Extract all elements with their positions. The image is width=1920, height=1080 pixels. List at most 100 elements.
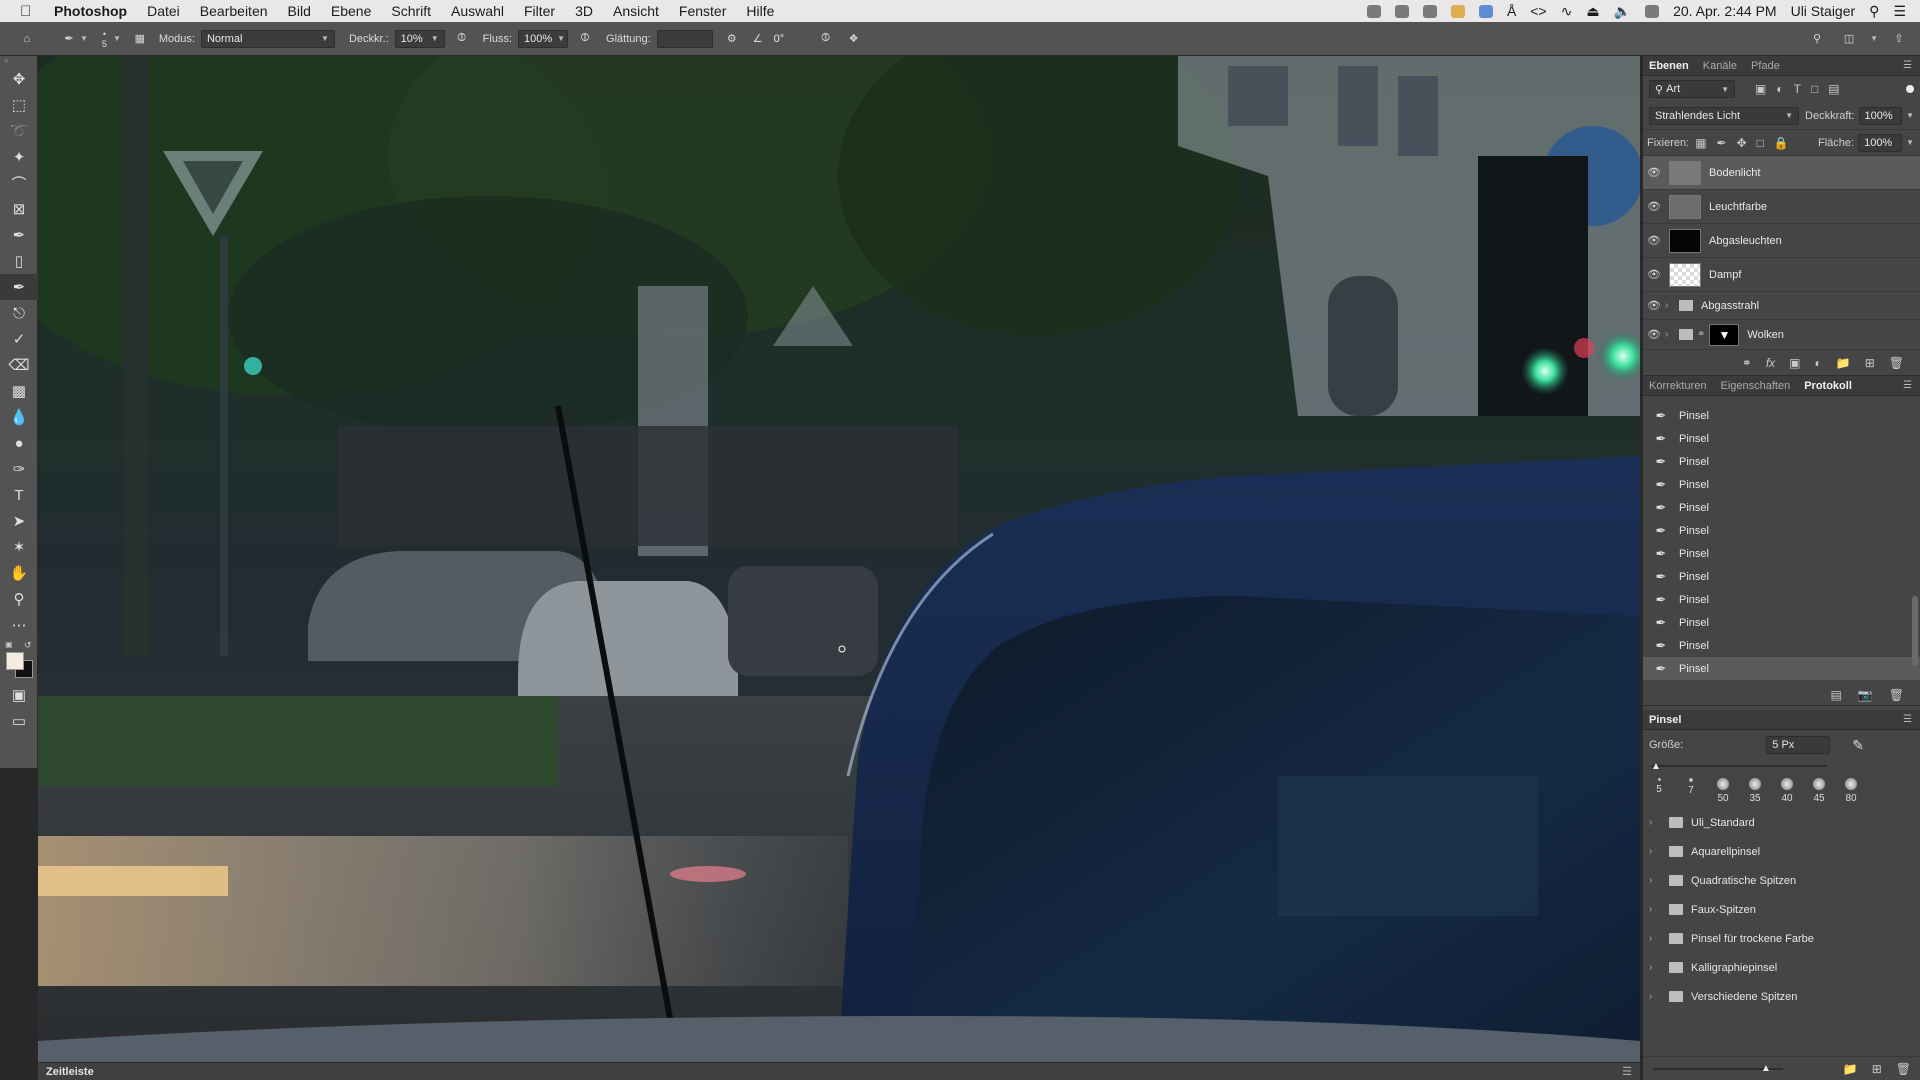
layer-name[interactable]: Leuchtfarbe [1709, 201, 1767, 213]
layer-row-bodenlicht[interactable]: 👁 Bodenlicht [1643, 156, 1920, 190]
brush-folder-aquarellpinsel[interactable]: › Aquarellpinsel [1643, 837, 1920, 866]
code-brackets-icon[interactable]: <> [1530, 3, 1546, 19]
link-layers-icon[interactable]: ⚭ [1742, 356, 1752, 370]
timeline-menu-icon[interactable]: ☰ [1622, 1065, 1632, 1078]
notification-center-icon[interactable]: ☰ [1893, 3, 1906, 20]
lock-all-icon[interactable]: 🔒 [1774, 136, 1789, 150]
chevron-right-icon[interactable]: › [1649, 817, 1663, 828]
brush-folder-verschiedene-spitzen[interactable]: › Verschiedene Spitzen [1643, 982, 1920, 1011]
quick-mask-icon[interactable]: ▣ [0, 682, 38, 708]
slider-thumb[interactable]: ▲ [1651, 761, 1661, 772]
snapshot-camera-icon[interactable]: 📷 [1858, 688, 1873, 702]
new-brush-icon[interactable]: ⊞ [1872, 1062, 1882, 1076]
menu-3d[interactable]: 3D [575, 3, 593, 19]
brush-picker-chevron-icon[interactable]: ▼ [113, 34, 121, 43]
history-step[interactable]: ✒ Pinsel [1643, 588, 1920, 611]
new-brush-group-icon[interactable]: 📁 [1843, 1062, 1858, 1076]
user-name[interactable]: Uli Staiger [1791, 3, 1856, 19]
filter-adjustment-icon[interactable]: ◐ [1776, 82, 1783, 96]
brush-folder-kalligraphiepinsel[interactable]: › Kalligraphiepinsel [1643, 953, 1920, 982]
smoothing-field[interactable] [656, 29, 713, 48]
timeline-bar[interactable]: Zeitleiste ☰ [38, 1062, 1640, 1080]
layer-name[interactable]: Dampf [1709, 269, 1741, 281]
visibility-eye-icon[interactable]: 👁 [1643, 328, 1665, 341]
filter-type-icon[interactable]: T [1794, 82, 1801, 96]
chevron-down-icon[interactable]: ▼ [1906, 111, 1914, 120]
menu-bild[interactable]: Bild [288, 3, 311, 19]
menu-datei[interactable]: Datei [147, 3, 180, 19]
eyedropper-tool-icon[interactable]: ✒ [0, 222, 38, 248]
new-document-from-state-icon[interactable]: ▤ [1830, 688, 1841, 702]
move-tool-icon[interactable]: ✥ [0, 66, 38, 92]
tab-protokoll[interactable]: Protokoll [1804, 380, 1852, 392]
document-canvas[interactable] [38, 56, 1640, 1062]
layer-row-dampf[interactable]: 👁 Dampf [1643, 258, 1920, 292]
clock[interactable]: 20. Apr. 2:44 PM [1673, 3, 1777, 19]
search-icon[interactable]: ⚲ [1806, 28, 1828, 50]
fill-field[interactable]: 100% [1858, 133, 1903, 152]
tab-ebenen[interactable]: Ebenen [1649, 60, 1689, 72]
menu-schrift[interactable]: Schrift [391, 3, 431, 19]
brush-preset-35[interactable]: 35 [1739, 778, 1771, 804]
default-colors-icon[interactable]: ▣ [5, 640, 13, 649]
history-step[interactable]: ✒ Pinsel [1643, 542, 1920, 565]
path-selection-tool-icon[interactable]: ➤ [0, 508, 38, 534]
history-brush-tool-icon[interactable]: ✓ [0, 326, 38, 352]
menu-hilfe[interactable]: Hilfe [746, 3, 774, 19]
panel-menu-icon[interactable]: ☰ [1903, 380, 1912, 391]
brush-folder-uli-standard[interactable]: › Uli_Standard [1643, 808, 1920, 837]
history-step[interactable]: ✒ Pinsel [1643, 611, 1920, 634]
more-tools-icon[interactable]: ⋯ [0, 612, 38, 638]
filter-toggle-icon[interactable] [1906, 85, 1914, 93]
blur-tool-icon[interactable]: 💧 [0, 404, 38, 430]
marquee-tool-icon[interactable]: ⬚ [0, 92, 38, 118]
eraser-tool-icon[interactable]: ⌫ [0, 352, 38, 378]
crop-tool-icon[interactable]: ⌒ [0, 170, 38, 196]
brush-preset-40[interactable]: 40 [1771, 778, 1803, 804]
pen-tool-icon[interactable]: ✑ [0, 456, 38, 482]
layer-row-leuchtfarbe[interactable]: 👁 Leuchtfarbe [1643, 190, 1920, 224]
lock-position-icon[interactable]: ✥ [1737, 136, 1747, 150]
chevron-right-icon[interactable]: › [1649, 933, 1663, 944]
layer-row-abgasleuchten[interactable]: 👁 Abgasleuchten [1643, 224, 1920, 258]
fx-icon[interactable]: fx [1766, 356, 1775, 370]
lasso-tool-icon[interactable]: ➰ [0, 118, 38, 144]
tab-korrekturen[interactable]: Korrekturen [1649, 380, 1706, 392]
history-step[interactable]: ✒ Pinsel [1643, 450, 1920, 473]
brush-preset-5[interactable]: 5 [1643, 778, 1675, 804]
dropbox-status-icon[interactable] [1394, 4, 1409, 18]
brush-preset-50[interactable]: 50 [1707, 778, 1739, 804]
spotlight-search-icon[interactable]: ⚲ [1869, 3, 1879, 20]
dodge-tool-icon[interactable]: ● [0, 430, 38, 456]
toolbar-collapse-icon[interactable]: » [0, 56, 37, 66]
new-layer-icon[interactable]: ⊞ [1865, 356, 1875, 370]
magic-wand-tool-icon[interactable]: ✦ [0, 144, 38, 170]
layer-name[interactable]: Wolken [1747, 329, 1783, 341]
brush-preset-45[interactable]: 45 [1803, 778, 1835, 804]
foreground-color-swatch[interactable] [6, 652, 24, 670]
filter-smart-object-icon[interactable]: ▤ [1828, 82, 1839, 96]
history-step[interactable]: ✒ Pinsel [1643, 496, 1920, 519]
workspace-chevron-icon[interactable]: ▼ [1870, 34, 1878, 43]
lock-transparency-icon[interactable]: ▦ [1695, 136, 1706, 150]
brush-settings-icon[interactable]: ▦ [129, 28, 151, 50]
swap-colors-icon[interactable]: ↺ [24, 640, 32, 651]
keyboard-status-icon[interactable] [1645, 4, 1660, 18]
chevron-right-icon[interactable]: › [1649, 875, 1663, 886]
brush-preset-7[interactable]: 7 [1675, 778, 1707, 804]
brush-tool-icon[interactable]: ✒ [0, 274, 38, 300]
panel-menu-icon[interactable]: ☰ [1903, 714, 1912, 725]
bluetooth-icon[interactable]: Å [1507, 3, 1516, 19]
menu-filter[interactable]: Filter [524, 3, 555, 19]
workspace-icon[interactable]: ◫ [1838, 28, 1860, 50]
gradient-tool-icon[interactable]: ▩ [0, 378, 38, 404]
panel-menu-icon[interactable]: ☰ [1903, 60, 1912, 71]
apple-icon[interactable]:  [20, 3, 36, 20]
screen-mode-icon[interactable]: ▭ [0, 708, 38, 734]
visibility-eye-icon[interactable]: 👁 [1643, 299, 1665, 312]
alert-status-icon[interactable] [1450, 4, 1465, 18]
symmetry-icon[interactable]: ❖ [843, 28, 865, 50]
adjustment-layer-icon[interactable]: ◐ [1815, 356, 1822, 370]
frame-tool-icon[interactable]: ⊠ [0, 196, 38, 222]
brush-preset-80[interactable]: 80 [1835, 778, 1867, 804]
